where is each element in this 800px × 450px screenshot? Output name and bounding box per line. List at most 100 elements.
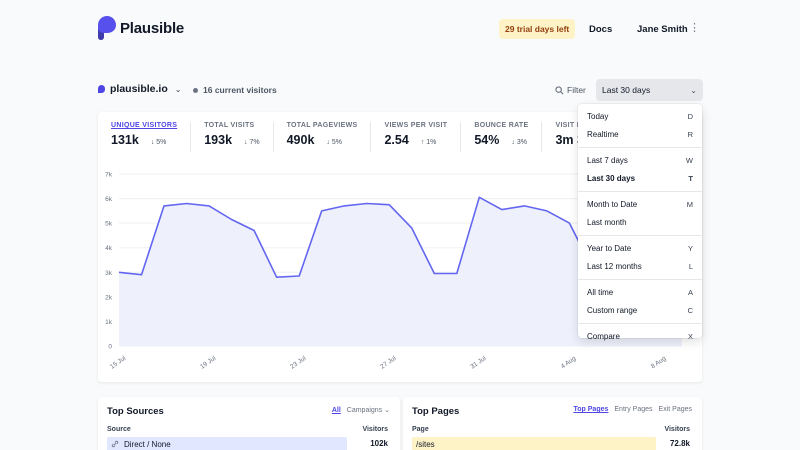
metric-value-row: 490k ↓ 5%: [287, 133, 358, 147]
metric-label: BOUNCE RATE: [474, 122, 529, 129]
y-tick-label: 6k: [105, 196, 113, 203]
metric-label: VIEWS PER VISIT: [384, 122, 448, 129]
more-options-icon[interactable]: ⋮: [689, 22, 700, 34]
tab-all[interactable]: All: [332, 407, 341, 414]
filter-button[interactable]: Filter: [555, 85, 586, 95]
menu-item-shortcut: X: [687, 331, 693, 341]
top-pages-tabs: Top Pages Entry Pages Exit Pages: [574, 406, 693, 413]
menu-item-last-7-days[interactable]: Last 7 days W: [578, 151, 702, 170]
metric-value-row: 193k ↓ 7%: [204, 133, 259, 147]
period-picker-label: Last 30 days: [602, 85, 651, 95]
menu-item-month-to-date[interactable]: Month to Date M: [578, 195, 702, 214]
menu-item-shortcut: A: [687, 287, 693, 297]
metric-unique-visitors[interactable]: UNIQUE VISITORS 131k ↓ 5%: [98, 122, 192, 152]
menu-item-label: Last 7 days: [587, 155, 628, 165]
y-tick-label: 0: [108, 344, 112, 351]
column-header-visitors: Visitors: [362, 426, 388, 433]
menu-item-shortcut: T: [688, 174, 693, 184]
metric-bounce-rate[interactable]: BOUNCE RATE 54% ↓ 3%: [461, 122, 543, 152]
y-tick-label: 7k: [105, 172, 113, 179]
menu-group: Month to Date M Last month: [578, 192, 702, 236]
tab-exit-pages[interactable]: Exit Pages: [659, 406, 692, 413]
menu-item-compare[interactable]: Compare X: [578, 327, 702, 346]
menu-item-label: Custom range: [587, 306, 638, 316]
menu-group: Year to Date Y Last 12 months L: [578, 236, 702, 280]
metric-value: 193k: [204, 133, 233, 147]
metric-value: 490k: [286, 133, 315, 147]
docs-link[interactable]: Docs: [589, 24, 612, 35]
menu-item-label: Last month: [587, 218, 627, 228]
menu-item-label: Compare: [587, 331, 620, 341]
menu-item-year-to-date[interactable]: Year to Date Y: [578, 239, 702, 258]
menu-item-label: Last 30 days: [587, 174, 636, 184]
menu-item-last-12-months[interactable]: Last 12 months L: [578, 258, 702, 277]
brand-name: Plausible: [120, 19, 185, 37]
y-tick-label: 1k: [105, 319, 113, 326]
live-dot-icon: [193, 87, 198, 93]
metric-total-visits[interactable]: TOTAL VISITS 193k ↓ 7%: [191, 122, 274, 152]
top-header: Plausible 29 trial days left Docs Jane S…: [0, 0, 800, 58]
current-visitors-label: 16 current visitors: [203, 85, 277, 95]
tab-campaigns-label: Campaigns: [346, 407, 383, 414]
plausible-logo[interactable]: Plausible: [98, 16, 184, 40]
menu-item-last-month[interactable]: Last month: [578, 214, 702, 233]
list-item[interactable]: /sites: [412, 437, 656, 450]
top-sources-card: Top Sources All Campaigns ⌄ Source Visit…: [98, 397, 400, 450]
menu-item-realtime[interactable]: Realtime R: [578, 126, 702, 145]
user-menu-button[interactable]: Jane Smith: [637, 24, 688, 35]
chevron-down-icon: ⌄: [690, 85, 697, 95]
menu-group: Compare X: [578, 324, 702, 349]
menu-item-label: Year to Date: [587, 243, 632, 253]
list-item[interactable]: Direct / None: [107, 437, 347, 450]
metric-value: 54%: [474, 133, 500, 147]
menu-item-label: Last 12 months: [587, 262, 642, 272]
trial-days-badge[interactable]: 29 trial days left: [499, 19, 576, 39]
chevron-down-icon: ⌄: [174, 84, 182, 94]
menu-item-label: All time: [587, 287, 614, 297]
metric-value: 2.54: [384, 133, 409, 147]
tab-entry-pages[interactable]: Entry Pages: [614, 406, 652, 413]
column-header-visitors: Visitors: [664, 426, 690, 433]
source-visitors-value: 102k: [370, 439, 388, 448]
x-tick-label: 15 Jul: [109, 355, 128, 371]
site-name: plausible.io: [110, 83, 168, 95]
page-label: /sites: [416, 439, 435, 449]
metric-change: ↓ 5%: [150, 139, 167, 146]
metric-change: ↓ 5%: [326, 139, 342, 146]
x-tick-label: 31 Jul: [469, 355, 488, 371]
metric-total-pageviews[interactable]: TOTAL PAGEVIEWS 490k ↓ 5%: [274, 122, 372, 152]
metric-change: ↓ 7%: [244, 139, 260, 146]
current-visitors[interactable]: 16 current visitors: [193, 85, 277, 95]
top-sources-title: Top Sources: [107, 406, 164, 417]
menu-item-shortcut: R: [687, 130, 693, 140]
tab-campaigns[interactable]: Campaigns ⌄: [347, 406, 390, 414]
metric-value-row: 2.54 ↑ 1%: [384, 133, 447, 147]
metric-change: ↓ 3%: [511, 139, 527, 146]
metric-change: ↑ 1%: [420, 139, 437, 146]
period-picker-button[interactable]: Last 30 days ⌄: [596, 79, 703, 101]
filter-label: Filter: [567, 85, 586, 95]
top-sources-tabs: All Campaigns ⌄: [332, 406, 390, 415]
y-tick-label: 5k: [105, 221, 113, 228]
tab-top-pages[interactable]: Top Pages: [574, 406, 609, 413]
metric-views-per-visit[interactable]: VIEWS PER VISIT 2.54 ↑ 1%: [371, 122, 462, 152]
menu-item-label: Realtime: [587, 130, 619, 140]
menu-group: Today D Realtime R: [578, 104, 702, 148]
menu-item-shortcut: Y: [687, 243, 693, 253]
period-dropdown-menu: Today D Realtime R Last 7 days W Last 30 days T…: [578, 104, 702, 341]
menu-item-custom-range[interactable]: Custom range C: [578, 302, 702, 321]
source-label: Direct / None: [124, 439, 171, 449]
menu-item-today[interactable]: Today D: [578, 107, 702, 126]
menu-group: All time A Custom range C: [578, 280, 702, 324]
site-switcher[interactable]: plausible.io ⌄: [98, 83, 181, 95]
search-icon: [555, 85, 564, 94]
metric-label: TOTAL VISITS: [204, 122, 255, 129]
menu-item-last-30-days[interactable]: Last 30 days T: [578, 170, 702, 189]
y-tick-label: 3k: [105, 270, 113, 277]
menu-item-all-time[interactable]: All time A: [578, 283, 702, 302]
x-tick-label: 19 Jul: [199, 355, 218, 371]
site-favicon-icon: [98, 85, 105, 93]
metric-value: 131k: [111, 133, 139, 147]
menu-item-label: Month to Date: [587, 199, 638, 209]
menu-item-label: Today: [587, 111, 609, 121]
